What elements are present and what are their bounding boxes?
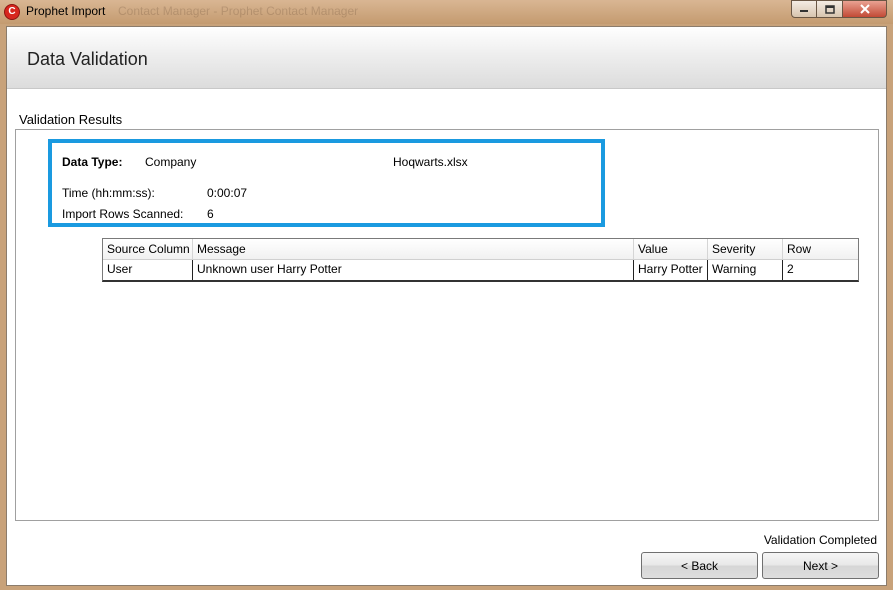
page-title: Data Validation xyxy=(27,49,148,69)
cell-value[interactable]: Harry Potter xyxy=(634,260,708,280)
validation-grid[interactable]: Source Column Message Value Severity Row… xyxy=(102,238,859,282)
next-button[interactable]: Next > xyxy=(762,552,879,579)
close-icon xyxy=(859,4,870,14)
column-header-value[interactable]: Value xyxy=(634,239,708,259)
table-row[interactable]: User Unknown user Harry Potter Harry Pot… xyxy=(103,260,858,280)
time-label: Time (hh:mm:ss): xyxy=(62,186,155,200)
background-window-title: Contact Manager - Prophet Contact Manage… xyxy=(118,4,359,18)
rows-scanned-label: Import Rows Scanned: xyxy=(62,207,184,221)
rows-scanned-value: 6 xyxy=(207,207,214,221)
summary-box: Data Type: Company Hoqwarts.xlsx Time (h… xyxy=(48,139,605,227)
maximize-icon xyxy=(824,4,835,14)
column-header-message[interactable]: Message xyxy=(193,239,634,259)
wizard-window: Data Validation Validation Results Data … xyxy=(6,26,887,586)
column-header-row[interactable]: Row xyxy=(783,239,858,259)
maximize-button[interactable] xyxy=(817,0,843,18)
file-name: Hoqwarts.xlsx xyxy=(393,155,468,169)
section-label: Validation Results xyxy=(19,112,123,127)
title-bar[interactable]: C Prophet Import Contact Manager - Proph… xyxy=(0,0,893,24)
time-value: 0:00:07 xyxy=(207,186,248,200)
window-controls xyxy=(791,0,887,19)
minimize-icon xyxy=(800,10,808,12)
header-band: Data Validation xyxy=(7,27,886,89)
minimize-button[interactable] xyxy=(791,0,817,18)
cell-source-column[interactable]: User xyxy=(103,260,193,280)
cell-row[interactable]: 2 xyxy=(783,260,858,280)
column-header-source-column[interactable]: Source Column xyxy=(103,239,193,259)
column-header-severity[interactable]: Severity xyxy=(708,239,783,259)
validation-results-panel: Data Type: Company Hoqwarts.xlsx Time (h… xyxy=(15,129,879,521)
grid-header-row: Source Column Message Value Severity Row xyxy=(103,239,858,260)
cell-severity[interactable]: Warning xyxy=(708,260,783,280)
window-title: Prophet Import xyxy=(26,4,106,18)
cell-message[interactable]: Unknown user Harry Potter xyxy=(193,260,634,280)
back-button[interactable]: < Back xyxy=(641,552,758,579)
data-type-value: Company xyxy=(145,155,197,169)
close-button[interactable] xyxy=(843,0,887,18)
data-type-label: Data Type: xyxy=(62,155,123,169)
status-text: Validation Completed xyxy=(763,533,877,547)
prophet-logo-icon: C xyxy=(4,4,20,20)
